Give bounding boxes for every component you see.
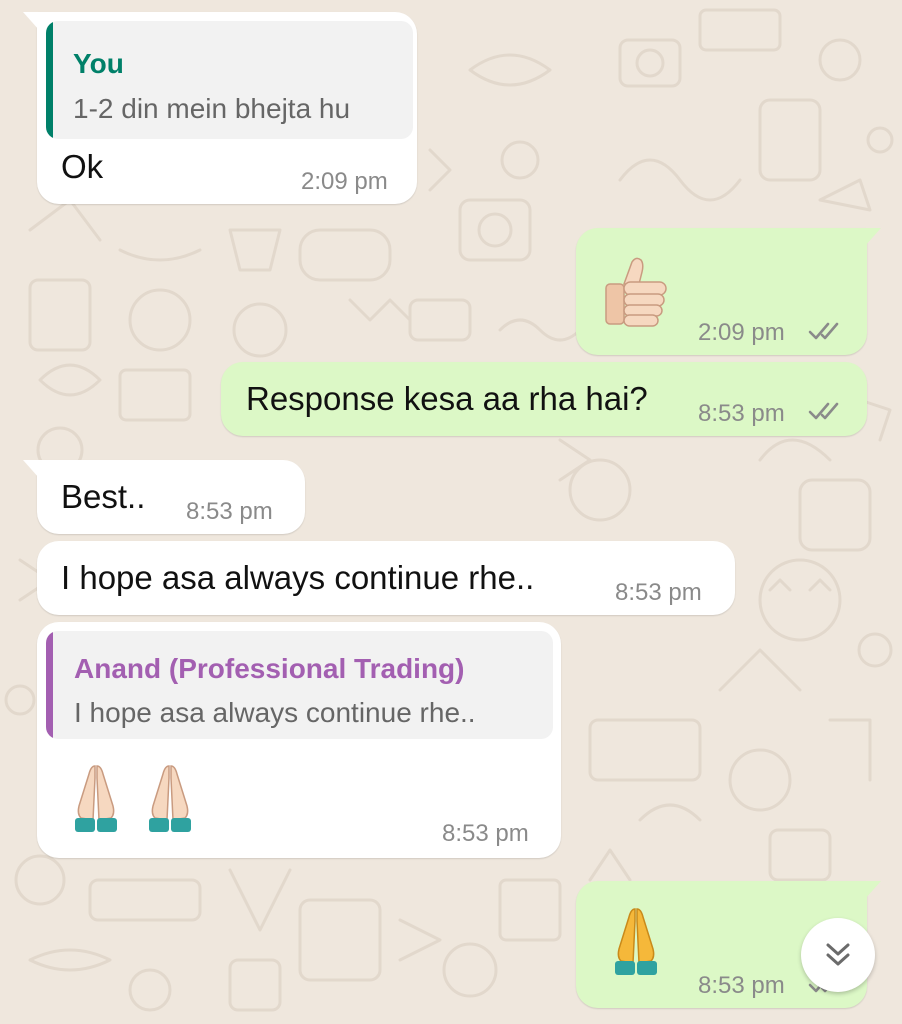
quoted-message[interactable]: Anand (Professional Trading) I hope asa … xyxy=(46,631,553,739)
quote-accent-bar xyxy=(46,21,53,139)
message-text: Response kesa aa rha hai? xyxy=(246,380,648,417)
quoted-message[interactable]: You 1-2 din mein bhejta hu xyxy=(46,21,413,139)
message-time: 2:09 pm xyxy=(698,319,785,346)
message-time: 8:53 pm xyxy=(442,820,529,847)
folded-hands-emoji xyxy=(149,765,191,832)
message-text: Best.. xyxy=(61,478,146,515)
message-time: 8:53 pm xyxy=(615,579,702,606)
quote-text: 1-2 din mein bhejta hu xyxy=(73,93,351,124)
scroll-to-bottom-button[interactable] xyxy=(801,918,875,992)
message-time: 8:53 pm xyxy=(186,498,273,525)
message-bubble-incoming[interactable]: Best.. 8:53 pm xyxy=(23,460,305,534)
folded-hands-emoji xyxy=(75,765,117,832)
double-chevron-down-icon xyxy=(826,943,850,966)
thumbs-up-emoji xyxy=(605,257,667,327)
double-tick-icon xyxy=(808,402,839,420)
message-time: 8:53 pm xyxy=(698,972,785,999)
message-text: I hope asa always continue rhe.. xyxy=(61,559,535,596)
quote-author: You xyxy=(73,48,124,79)
message-bubble-incoming[interactable]: Anand (Professional Trading) I hope asa … xyxy=(37,622,561,858)
folded-hands-emoji xyxy=(615,908,657,975)
message-time: 2:09 pm xyxy=(301,168,388,195)
message-bubble-outgoing[interactable]: 2:09 pm xyxy=(576,228,881,355)
quote-text: I hope asa always continue rhe.. xyxy=(74,697,476,728)
double-tick-icon xyxy=(808,322,839,340)
message-bubble-outgoing[interactable]: Response kesa aa rha hai? 8:53 pm xyxy=(221,362,867,436)
quote-accent-bar xyxy=(46,631,53,739)
message-time: 8:53 pm xyxy=(698,400,785,427)
message-text: Ok xyxy=(61,148,104,185)
message-bubble-incoming[interactable]: I hope asa always continue rhe.. 8:53 pm xyxy=(37,541,735,615)
quote-author: Anand (Professional Trading) xyxy=(74,653,465,684)
message-bubble-incoming[interactable]: You 1-2 din mein bhejta hu Ok 2:09 pm xyxy=(23,12,417,204)
